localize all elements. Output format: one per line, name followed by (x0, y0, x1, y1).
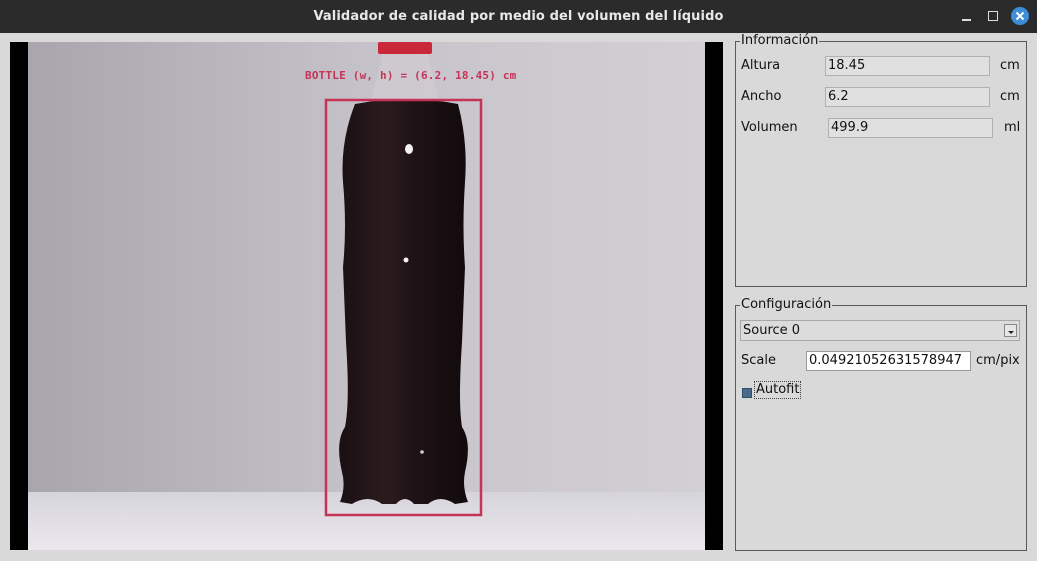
window-titlebar: Validador de calidad por medio del volum… (0, 0, 1037, 33)
autofit-checkbox[interactable] (742, 388, 752, 398)
camera-view: BOTTLE (w, h) = (6.2, 18.45) cm (10, 42, 723, 550)
maximize-icon[interactable] (985, 8, 1001, 24)
autofit-label[interactable]: Autofit (753, 381, 802, 399)
camera-frame (10, 42, 723, 550)
info-group-title: Información (740, 33, 820, 49)
height-label: Altura (741, 58, 781, 73)
scale-label: Scale (741, 353, 776, 368)
info-group: Información Altura 18.45 cm Ancho 6.2 cm… (735, 33, 1027, 287)
width-unit: cm (1000, 89, 1020, 104)
width-field: 6.2 (825, 87, 990, 107)
chevron-down-icon[interactable] (1004, 324, 1017, 337)
config-group: Configuración Source 0 Scale 0.049210526… (735, 297, 1027, 551)
volume-unit: ml (1004, 120, 1021, 135)
width-label: Ancho (741, 89, 782, 104)
scale-input[interactable]: 0.04921052631578947 (806, 351, 971, 371)
window-title: Validador de calidad por medio del volum… (313, 9, 724, 24)
scale-unit: cm/pix (976, 353, 1020, 368)
source-select-value: Source 0 (743, 323, 801, 338)
close-icon[interactable] (1011, 7, 1029, 25)
detection-label: BOTTLE (w, h) = (6.2, 18.45) cm (305, 69, 517, 82)
height-unit: cm (1000, 58, 1020, 73)
minimize-icon[interactable] (958, 8, 974, 24)
source-select[interactable]: Source 0 (740, 320, 1020, 341)
height-field: 18.45 (825, 56, 990, 76)
volume-label: Volumen (741, 120, 798, 135)
volume-field: 499.9 (828, 118, 993, 138)
config-group-title: Configuración (740, 297, 833, 313)
